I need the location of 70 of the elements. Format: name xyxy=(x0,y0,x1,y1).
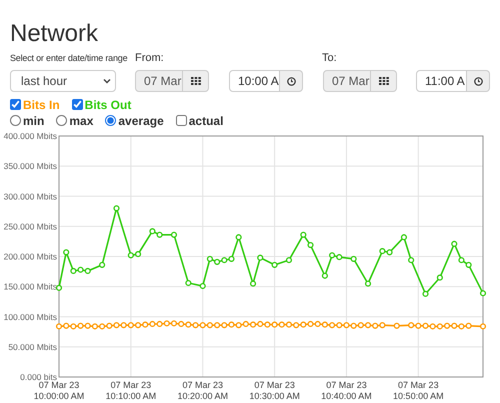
clock-button[interactable] xyxy=(280,70,303,92)
option-label: actual xyxy=(188,112,224,130)
range-label: Select or enter date/time range xyxy=(10,52,128,65)
to-label: To: xyxy=(322,52,337,65)
x-axis-label: 07 Mar 23 10:50:00 AM xyxy=(393,380,444,401)
data-point xyxy=(250,280,256,287)
series-label: Bits Out xyxy=(84,96,132,114)
y-axis-label: 200.000 Mbits xyxy=(4,252,57,262)
page-title: Network xyxy=(10,20,100,48)
x-axis-label: 07 Mar 23 10:20:00 AM xyxy=(177,380,228,401)
data-point xyxy=(436,274,443,281)
data-point xyxy=(300,232,306,238)
data-point xyxy=(272,262,278,268)
aggregation-radio[interactable] xyxy=(56,115,68,126)
x-axis-label: 07 Mar 23 10:40:00 AM xyxy=(321,380,372,401)
from-label: From: xyxy=(135,52,165,65)
data-point xyxy=(451,240,458,247)
clock-icon xyxy=(286,76,296,86)
data-point xyxy=(185,280,192,286)
series-label: Bits In xyxy=(23,96,60,114)
y-axis-label: 150.000 Mbits xyxy=(4,282,57,292)
x-axis-label: 07 Mar 23 10:10:00 AM xyxy=(106,380,156,401)
date-field[interactable]: 07 Mar xyxy=(323,70,371,92)
calendar-button[interactable] xyxy=(183,70,209,92)
data-point xyxy=(99,262,106,268)
data-point xyxy=(364,280,372,287)
time-field[interactable]: 11:00 A xyxy=(416,70,467,92)
option-label: min xyxy=(23,112,44,130)
data-point xyxy=(480,290,486,296)
data-point xyxy=(394,322,400,329)
series-checkbox[interactable] xyxy=(72,99,83,110)
data-point xyxy=(170,232,178,238)
data-point xyxy=(63,249,70,256)
series-checkbox[interactable] xyxy=(10,99,21,110)
y-axis-label: 100.000 Mbits xyxy=(4,312,57,322)
y-axis-label: 300.000 Mbits xyxy=(4,191,57,202)
data-point xyxy=(56,284,62,291)
x-axis-label: 07 Mar 23 10:30:00 AM xyxy=(249,380,300,401)
data-point xyxy=(113,205,120,212)
actual-checkbox[interactable] xyxy=(176,115,187,126)
y-axis-label: 400.000 Mbits xyxy=(4,131,57,141)
data-point xyxy=(322,272,328,279)
x-axis-label: 07 Mar 23 10:00:00 AM xyxy=(34,380,84,401)
time-field[interactable]: 10:00 A xyxy=(229,70,280,92)
data-point xyxy=(236,234,242,240)
option-label: average xyxy=(118,112,164,130)
y-axis-label: 0.000 bits xyxy=(20,372,57,382)
data-point xyxy=(422,290,429,297)
calendar-button[interactable] xyxy=(371,70,397,92)
data-point xyxy=(307,242,314,248)
calendar-icon xyxy=(378,77,388,85)
data-point xyxy=(350,256,357,262)
data-point xyxy=(257,254,264,261)
data-point xyxy=(408,257,414,264)
data-point xyxy=(400,234,407,240)
data-point xyxy=(480,323,486,330)
date-field[interactable]: 07 Mar xyxy=(135,70,183,92)
clock-button[interactable] xyxy=(467,70,490,92)
range-dropdown[interactable]: last hour xyxy=(10,70,116,92)
aggregation-radio[interactable] xyxy=(105,115,116,126)
chevron-down-icon xyxy=(103,78,111,84)
clock-icon xyxy=(474,76,482,86)
data-point xyxy=(200,282,206,290)
y-axis-label: 250.000 Mbits xyxy=(4,221,57,232)
y-axis-label: 50.000 Mbits xyxy=(8,342,57,352)
calendar-icon xyxy=(190,77,200,85)
option-label: max xyxy=(69,112,94,130)
y-axis-label: 350.000 Mbits xyxy=(4,161,57,172)
aggregation-radio[interactable] xyxy=(10,115,21,126)
data-point xyxy=(286,257,292,264)
